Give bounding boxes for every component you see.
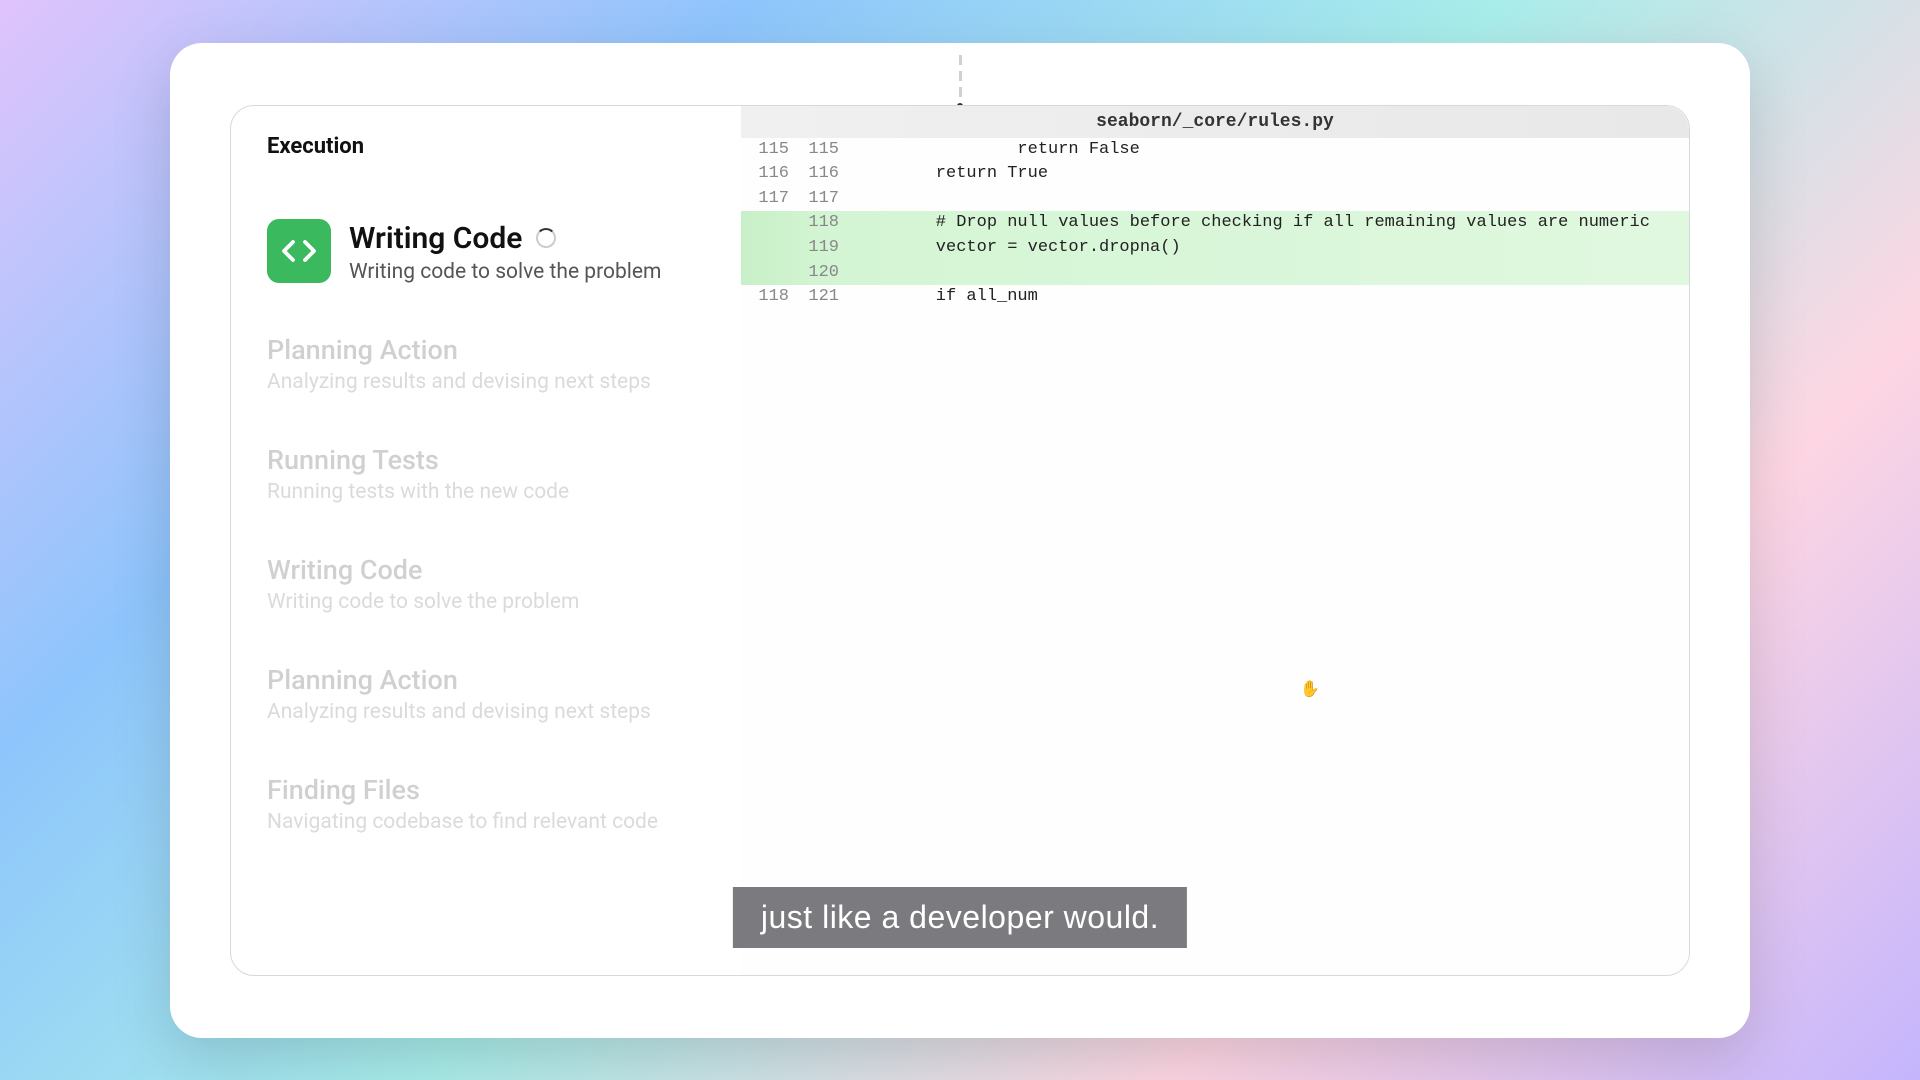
loading-spinner-icon xyxy=(536,228,556,248)
steps-panel: Execution Writing Code Writing code to s… xyxy=(231,106,741,975)
old-line-number: 117 xyxy=(749,187,799,212)
old-line-number xyxy=(749,236,799,261)
code-line: 117117 xyxy=(741,187,1689,212)
step-title: Planning Action xyxy=(267,334,651,366)
code-text: # Drop null values before checking if al… xyxy=(857,211,1650,236)
code-icon xyxy=(267,219,331,283)
step-title: Writing Code xyxy=(349,221,522,256)
main-panel: Execution Writing Code Writing code to s… xyxy=(230,105,1690,976)
step-title: Writing Code xyxy=(267,554,579,586)
code-text: return False xyxy=(857,138,1140,163)
step-writing-code-active: Writing Code Writing code to solve the p… xyxy=(267,219,705,284)
step-subtitle: Navigating codebase to find relevant cod… xyxy=(267,810,658,834)
code-diff: 115115 return False116116 return True117… xyxy=(741,138,1689,310)
step-running-tests: Running Tests Running tests with the new… xyxy=(267,442,705,504)
code-text: if all_num xyxy=(857,285,1038,310)
step-subtitle: Writing code to solve the problem xyxy=(267,590,579,614)
code-line: 119 vector = vector.dropna() xyxy=(741,236,1689,261)
file-path: seaborn/_core/rules.py xyxy=(741,106,1689,138)
new-line-number: 115 xyxy=(799,138,849,163)
old-line-number: 115 xyxy=(749,138,799,163)
step-subtitle: Writing code to solve the problem xyxy=(349,260,661,284)
code-line: 118121 if all_num xyxy=(741,285,1689,310)
step-title: Finding Files xyxy=(267,774,658,806)
new-line-number: 117 xyxy=(799,187,849,212)
new-line-number: 119 xyxy=(799,236,849,261)
caption: just like a developer would. xyxy=(733,887,1187,948)
step-writing-code: Writing Code Writing code to solve the p… xyxy=(267,552,705,614)
old-line-number: 118 xyxy=(749,285,799,310)
step-subtitle: Running tests with the new code xyxy=(267,480,569,504)
old-line-number: 116 xyxy=(749,162,799,187)
step-title: Running Tests xyxy=(267,444,569,476)
code-line: 116116 return True xyxy=(741,162,1689,187)
step-finding-files: Finding Files Navigating codebase to fin… xyxy=(267,772,705,834)
hand-cursor-icon: ✋ xyxy=(1300,679,1320,698)
drag-indicator xyxy=(957,55,963,109)
code-text xyxy=(857,187,895,212)
code-line: 120 xyxy=(741,261,1689,286)
new-line-number: 116 xyxy=(799,162,849,187)
code-panel: seaborn/_core/rules.py 115115 return Fal… xyxy=(741,106,1689,975)
new-line-number: 120 xyxy=(799,261,849,286)
step-subtitle: Analyzing results and devising next step… xyxy=(267,700,651,724)
step-planning-action-2: Planning Action Analyzing results and de… xyxy=(267,662,705,724)
old-line-number xyxy=(749,211,799,236)
new-line-number: 118 xyxy=(799,211,849,236)
old-line-number xyxy=(749,261,799,286)
new-line-number: 121 xyxy=(799,285,849,310)
code-text: return True xyxy=(857,162,1048,187)
step-subtitle: Analyzing results and devising next step… xyxy=(267,370,651,394)
section-title: Execution xyxy=(267,134,705,159)
code-text xyxy=(857,261,895,286)
code-text: vector = vector.dropna() xyxy=(857,236,1181,261)
step-planning-action: Planning Action Analyzing results and de… xyxy=(267,332,705,394)
code-line: 118 # Drop null values before checking i… xyxy=(741,211,1689,236)
app-window: Execution Writing Code Writing code to s… xyxy=(170,43,1750,1038)
step-title: Planning Action xyxy=(267,664,651,696)
code-line: 115115 return False xyxy=(741,138,1689,163)
